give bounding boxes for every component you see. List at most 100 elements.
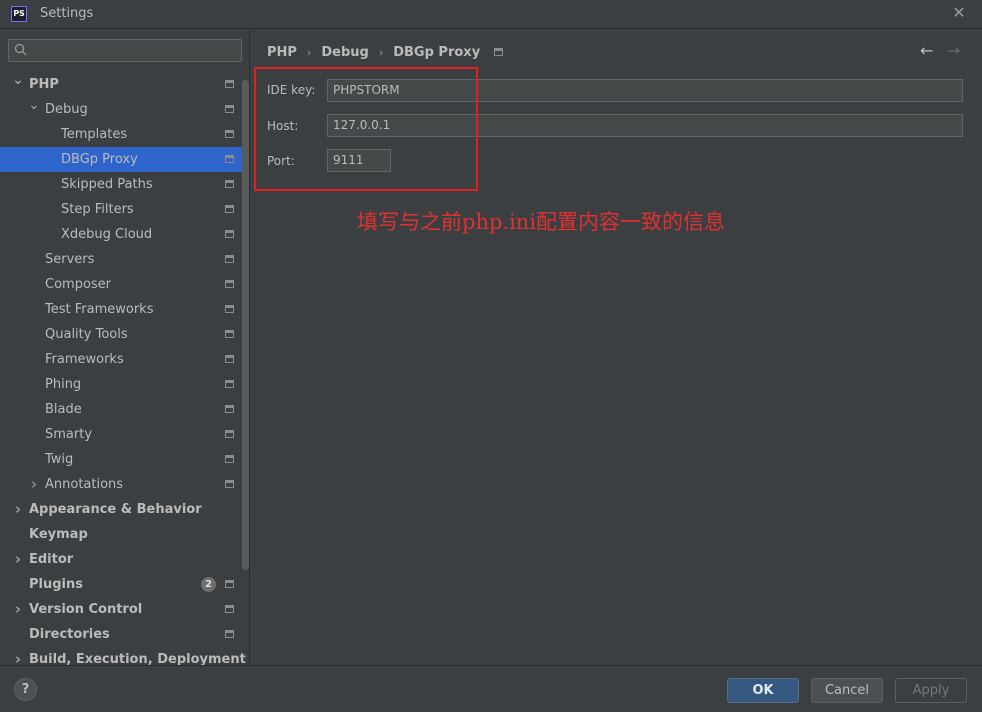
settings-search-input[interactable] (8, 39, 242, 62)
sidebar-item-label: Composer (45, 277, 112, 292)
chevron-right-icon[interactable]: › (12, 647, 24, 665)
cancel-button[interactable]: Cancel (811, 678, 883, 703)
ok-button[interactable]: OK (727, 678, 799, 703)
sidebar-item[interactable]: Directories (0, 622, 249, 647)
project-level-icon (225, 405, 234, 413)
project-level-icon (225, 330, 234, 338)
search-icon (14, 43, 27, 56)
sidebar-item-label: Test Frameworks (45, 302, 154, 317)
chevron-right-icon[interactable]: › (12, 497, 24, 522)
sidebar-item-label: Directories (29, 627, 110, 642)
project-level-icon (225, 355, 234, 363)
project-level-icon (225, 180, 234, 188)
highlight-box (254, 67, 478, 191)
sidebar-item[interactable]: Smarty (0, 422, 249, 447)
sidebar-item-label: Keymap (29, 527, 88, 542)
back-arrow-icon[interactable]: ← (920, 41, 933, 60)
sidebar-item-label: Blade (45, 402, 82, 417)
sidebar-item[interactable]: Composer (0, 272, 249, 297)
project-level-icon (225, 630, 234, 638)
chevron-down-icon[interactable]: ⌄ (28, 93, 40, 118)
window-title: Settings (40, 6, 94, 21)
sidebar-item[interactable]: › Build, Execution, Deployment (0, 647, 249, 665)
sidebar-item-label: Quality Tools (45, 327, 128, 342)
project-level-icon (225, 80, 234, 88)
sidebar-item[interactable]: Templates (0, 122, 249, 147)
chevron-right-icon[interactable]: › (12, 547, 24, 572)
project-level-icon (225, 380, 234, 388)
sidebar-item[interactable]: Plugins 2 (0, 572, 249, 597)
breadcrumb-php[interactable]: PHP (267, 45, 297, 60)
sidebar-item-label: Smarty (45, 427, 93, 442)
sidebar-item[interactable]: Skipped Paths (0, 172, 249, 197)
sidebar-item-label: Debug (45, 102, 88, 117)
chevron-right-icon[interactable]: › (12, 597, 24, 622)
sidebar-item-label: Phing (45, 377, 82, 392)
breadcrumb: PHP › Debug › DBGp Proxy (267, 43, 504, 61)
sidebar-item-label: Annotations (45, 477, 124, 492)
sidebar-item-label: Skipped Paths (61, 177, 153, 192)
project-level-icon (225, 130, 234, 138)
annotation-text: 填写与之前php.ini配置内容一致的信息 (357, 210, 726, 234)
title-bar: PS Settings ✕ (0, 0, 982, 29)
project-level-icon (225, 105, 234, 113)
close-icon[interactable]: ✕ (950, 4, 968, 22)
sidebar-item[interactable]: Phing (0, 372, 249, 397)
settings-tree: ⌄ PHP ⌄ Debug Templates DBGp Proxy Skipped Pat… (0, 72, 249, 665)
sidebar-item-label: Servers (45, 252, 95, 267)
forward-arrow-icon[interactable]: → (947, 41, 960, 60)
sidebar-item[interactable]: Test Frameworks (0, 297, 249, 322)
sidebar-item[interactable]: › Annotations (0, 472, 249, 497)
chevron-down-icon[interactable]: ⌄ (12, 68, 24, 93)
breadcrumb-separator-icon: › (378, 45, 384, 59)
settings-content: PHP › Debug › DBGp Proxy ← → IDE key: PH… (251, 30, 982, 665)
phpstorm-app-icon: PS (11, 6, 27, 22)
sidebar-item[interactable]: Xdebug Cloud (0, 222, 249, 247)
project-level-icon (225, 305, 234, 313)
project-level-icon (225, 230, 234, 238)
dialog-button-bar: ? OK Cancel Apply (0, 665, 982, 712)
sidebar-item-label: DBGp Proxy (61, 152, 138, 167)
sidebar-item[interactable]: Frameworks (0, 347, 249, 372)
project-level-icon (225, 430, 234, 438)
sidebar-item-label: Version Control (29, 602, 143, 617)
sidebar-item-label: Templates (61, 127, 128, 142)
sidebar-item-label: Frameworks (45, 352, 124, 367)
settings-sidebar: ⌄ PHP ⌄ Debug Templates DBGp Proxy Skipped Pat… (0, 30, 250, 665)
sidebar-item[interactable]: Servers (0, 247, 249, 272)
sidebar-item[interactable]: Twig (0, 447, 249, 472)
sidebar-item-label: Xdebug Cloud (61, 227, 153, 242)
chevron-right-icon[interactable]: › (28, 472, 40, 497)
breadcrumb-debug[interactable]: Debug (321, 45, 368, 60)
project-level-icon (225, 205, 234, 213)
project-level-icon (225, 155, 234, 163)
sidebar-item[interactable]: Blade (0, 397, 249, 422)
sidebar-item[interactable]: Keymap (0, 522, 249, 547)
sidebar-item[interactable]: › Editor (0, 547, 249, 572)
sidebar-item-label: Editor (29, 552, 74, 567)
project-level-icon (225, 255, 234, 263)
sidebar-item[interactable]: Step Filters (0, 197, 249, 222)
update-count-badge: 2 (201, 577, 216, 592)
breadcrumb-dbgp-proxy: DBGp Proxy (393, 44, 481, 60)
project-level-icon (225, 455, 234, 463)
sidebar-item-label: Appearance & Behavior (29, 502, 202, 517)
sidebar-item[interactable]: ⌄ Debug (0, 97, 249, 122)
project-level-icon (494, 48, 504, 56)
sidebar-item-label: Plugins (29, 577, 83, 592)
breadcrumb-separator-icon: › (306, 45, 312, 59)
project-level-icon (225, 480, 234, 488)
sidebar-item[interactable]: Quality Tools (0, 322, 249, 347)
sidebar-item-label: Build, Execution, Deployment (29, 652, 246, 665)
project-level-icon (225, 280, 234, 288)
apply-button[interactable]: Apply (895, 678, 967, 703)
sidebar-item[interactable]: › Appearance & Behavior (0, 497, 249, 522)
sidebar-item[interactable]: › Version Control (0, 597, 249, 622)
help-button[interactable]: ? (14, 678, 37, 701)
sidebar-item[interactable]: DBGp Proxy (0, 147, 249, 172)
sidebar-item-label: Step Filters (61, 202, 134, 217)
sidebar-item-label: Twig (45, 452, 74, 467)
project-level-icon (225, 605, 234, 613)
sidebar-scrollbar[interactable] (242, 80, 249, 570)
project-level-icon (225, 580, 234, 588)
